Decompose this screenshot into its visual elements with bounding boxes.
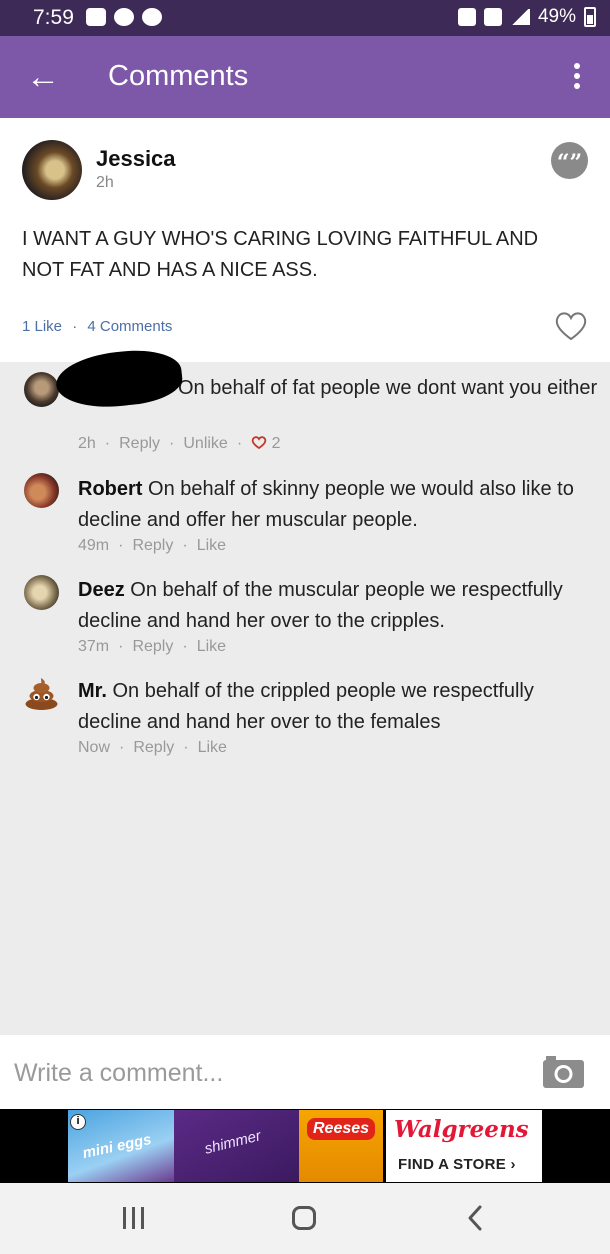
like-button[interactable]: Like [197, 537, 226, 554]
home-icon[interactable] [290, 1203, 318, 1233]
heart-icon[interactable] [251, 435, 267, 450]
comment-text: Mr. On behalf of the crippled people we … [78, 680, 534, 733]
commenter-avatar[interactable] [24, 372, 59, 407]
post-time: 2h [96, 174, 114, 191]
like-heart-icon[interactable] [554, 310, 588, 342]
comment-time: Now [78, 739, 111, 756]
ad-brand: Walgreens [394, 1116, 529, 1143]
status-bar: 7:59 49% [0, 0, 610, 36]
ad-brand-panel: Walgreens FIND A STORE › [386, 1110, 542, 1182]
quote-icon[interactable]: “” [551, 142, 588, 179]
battery-icon [584, 7, 596, 27]
ad-info-icon[interactable]: i [70, 1114, 86, 1130]
post-stats: 1 Like · 4 Comments [22, 318, 172, 335]
back-arrow-icon[interactable]: ← [26, 58, 60, 96]
ad-product-reeses: Reeses [299, 1110, 383, 1182]
status-time: 7:59 [33, 6, 74, 29]
separator-dot: · [72, 318, 78, 335]
comment-meta: 2h · Reply · Unlike · 2 [78, 435, 281, 452]
like-button[interactable]: Like [198, 739, 227, 756]
comment-time: 49m [78, 537, 110, 554]
commenter-avatar[interactable] [24, 575, 59, 610]
more-vertical-icon[interactable] [562, 60, 592, 96]
comment-input[interactable]: Write a comment... [14, 1053, 514, 1093]
camera-icon[interactable] [542, 1055, 585, 1089]
system-icons: 49% [457, 6, 596, 28]
nav-back-icon[interactable] [462, 1203, 490, 1233]
comment-meta: 49m · Reply · Like [78, 537, 227, 554]
alarm-icon [457, 8, 476, 26]
mute-icon [483, 8, 502, 26]
post-author[interactable]: Jessica [96, 146, 176, 172]
notification-icon [114, 8, 134, 26]
comment-meta: Now · Reply · Like [78, 739, 227, 756]
ad-product-shimmer: shimmer [174, 1110, 299, 1182]
page-title: Comments [108, 60, 249, 92]
post-text: I WANT A GUY WHO'S CARING LOVING FAITHFU… [22, 228, 539, 281]
system-nav-bar [0, 1183, 610, 1254]
find-a-store-link[interactable]: FIND A STORE › [398, 1156, 516, 1173]
notification-icon [86, 8, 106, 26]
comment-like-count: 2 [271, 435, 281, 452]
unlike-button[interactable]: Unlike [183, 435, 227, 452]
reply-button[interactable]: Reply [132, 638, 173, 655]
notification-icons [86, 8, 162, 26]
comment-composer: Write a comment... [0, 1035, 610, 1109]
app-bar: ← Comments [0, 36, 610, 118]
notification-icon [142, 8, 162, 26]
ad-banner: mini eggs shimmer Reeses Walgreens FIND … [0, 1109, 610, 1183]
walgreens-ad[interactable]: mini eggs shimmer Reeses Walgreens FIND … [68, 1110, 542, 1182]
comment-author[interactable]: Mr. [78, 680, 107, 702]
battery-percent: 49% [537, 6, 576, 27]
post-card: Jessica 2h “” I WANT A GUY WHO'S CARING … [0, 118, 610, 362]
comment-meta: 37m · Reply · Like [78, 638, 227, 655]
comment-time: 37m [78, 638, 110, 655]
commenter-avatar[interactable] [24, 473, 59, 508]
comments-count-link[interactable]: 4 Comments [87, 318, 172, 335]
reply-button[interactable]: Reply [132, 537, 173, 554]
comment-time: 2h [78, 435, 96, 452]
signal-icon [509, 9, 530, 25]
comment-text: Robert On behalf of skinny people we wou… [78, 478, 574, 531]
poop-emoji-avatar[interactable] [24, 676, 59, 711]
author-avatar[interactable] [22, 140, 82, 200]
recents-icon[interactable] [120, 1203, 148, 1233]
comment-author[interactable]: Deez [78, 579, 125, 601]
likes-count-link[interactable]: 1 Like [22, 318, 62, 335]
comment-text: Deez On behalf of the muscular people we… [78, 579, 563, 632]
comment-author[interactable]: Robert [78, 478, 142, 500]
like-button[interactable]: Like [197, 638, 226, 655]
reply-button[interactable]: Reply [119, 435, 160, 452]
reply-button[interactable]: Reply [133, 739, 174, 756]
